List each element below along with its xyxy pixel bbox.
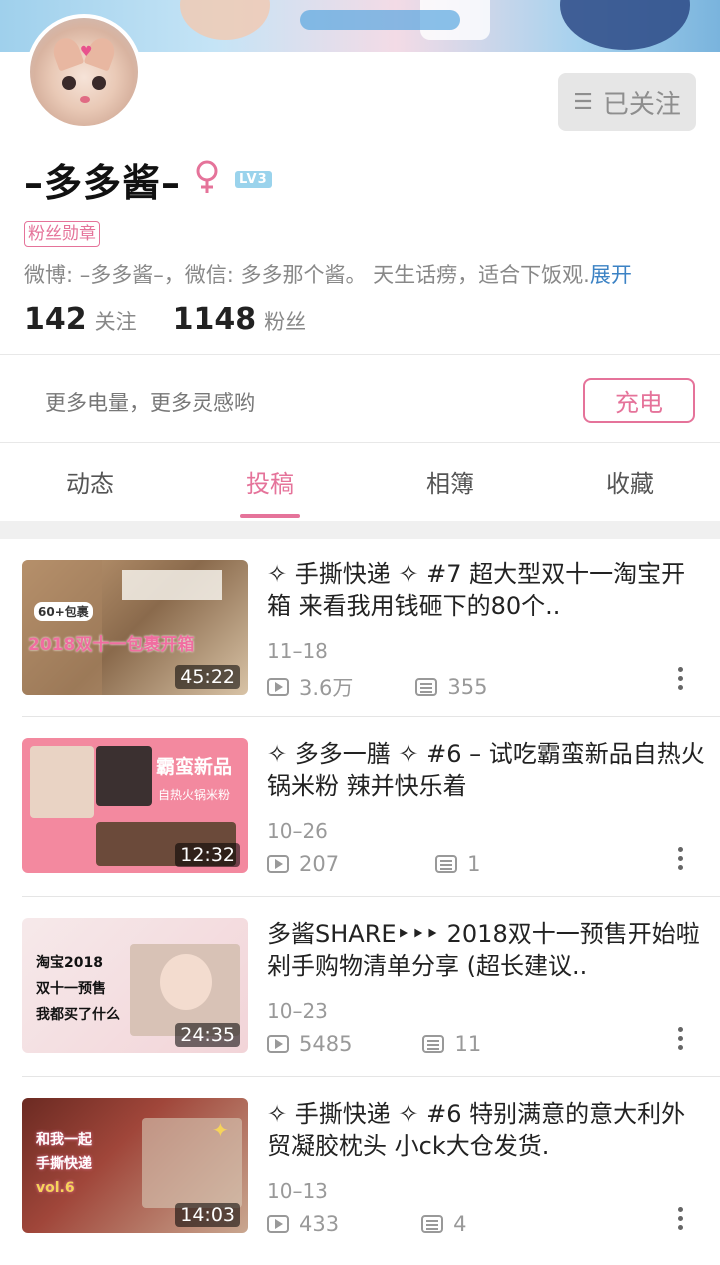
comment-icon xyxy=(415,678,438,696)
bio-text: 微博: –多多酱–，微信: 多多那个酱。 天生话痨，适合下饭观. xyxy=(24,263,590,287)
comment-count: 1 xyxy=(467,852,481,876)
video-date: 10–13 xyxy=(267,1179,328,1203)
comment-count: 4 xyxy=(453,1212,467,1236)
video-duration: 45:22 xyxy=(175,665,240,689)
video-item[interactable]: 淘宝2018 双十一预售 我都买了什么 24:35 多酱SHARE‣‣‣ 201… xyxy=(0,905,720,1085)
comment-icon xyxy=(435,855,458,873)
fan-medal-badge[interactable]: 粉丝勋章 xyxy=(24,221,100,247)
video-title[interactable]: ✧ 多多一膳 ✧ #6 – 试吃霸蛮新品自热火锅米粉 辣并快乐着 xyxy=(267,738,707,802)
view-count: 3.6万 xyxy=(299,676,354,700)
following-label[interactable]: 关注 xyxy=(95,306,137,336)
charge-prompt: 更多电量，更多灵感哟 xyxy=(45,391,255,415)
tab-albums[interactable]: 相簿 xyxy=(360,452,540,518)
video-meta: 207 1 xyxy=(267,852,480,876)
followers-label[interactable]: 粉丝 xyxy=(264,306,306,336)
video-title[interactable]: ✧ 手撕快递 ✧ #6 特别满意的意大利外贸凝胶枕头 小ck大仓发货. xyxy=(267,1098,707,1162)
video-item[interactable]: 霸蛮新品 自热火锅米粉 12:32 ✧ 多多一膳 ✧ #6 – 试吃霸蛮新品自热… xyxy=(0,725,720,905)
play-count-icon xyxy=(267,1215,289,1233)
user-name: –多多酱– xyxy=(24,160,182,205)
following-count[interactable]: 142 xyxy=(24,302,87,337)
video-item[interactable]: ✦ 和我一起 手撕快递 vol.6 14:03 ✧ 手撕快递 ✧ #6 特别满意… xyxy=(0,1085,720,1265)
follow-button-label: 已关注 xyxy=(602,89,681,120)
sparkle-icon: ✦ xyxy=(212,1118,229,1142)
video-duration: 12:32 xyxy=(175,843,240,867)
charge-button[interactable]: 充电 xyxy=(583,378,695,423)
comment-icon xyxy=(421,1215,444,1233)
view-count: 207 xyxy=(299,852,340,876)
video-date: 11–18 xyxy=(267,639,328,663)
tab-favorites[interactable]: 收藏 xyxy=(540,452,720,518)
video-item[interactable]: 60+包裹 2018双十一包裹开箱 45:22 ✧ 手撕快递 ✧ #7 超大型双… xyxy=(0,545,720,725)
video-duration: 14:03 xyxy=(175,1203,240,1227)
comment-icon xyxy=(422,1035,445,1053)
more-options-icon[interactable] xyxy=(676,847,684,870)
more-options-icon[interactable] xyxy=(676,1207,684,1230)
stats: 142 关注 1148 粉丝 xyxy=(24,302,306,337)
avatar[interactable]: ♥ xyxy=(26,14,142,130)
video-thumbnail[interactable]: 霸蛮新品 自热火锅米粉 12:32 xyxy=(22,738,248,873)
view-count: 433 xyxy=(299,1212,340,1236)
video-thumbnail[interactable]: 淘宝2018 双十一预售 我都买了什么 24:35 xyxy=(22,918,248,1053)
video-title[interactable]: ✧ 手撕快递 ✧ #7 超大型双十一淘宝开箱 来看我用钱砸下的80个.. xyxy=(267,558,707,622)
tab-uploads[interactable]: 投稿 xyxy=(180,452,360,518)
divider xyxy=(0,354,720,355)
divider xyxy=(0,442,720,443)
tab-dynamics[interactable]: 动态 xyxy=(0,452,180,518)
bio: 微博: –多多酱–，微信: 多多那个酱。 天生话痨，适合下饭观.展开 xyxy=(24,259,632,289)
tab-uploads-label: 投稿 xyxy=(246,470,294,498)
tab-active-indicator xyxy=(240,514,300,518)
play-count-icon xyxy=(267,855,289,873)
divider xyxy=(22,896,720,897)
divider xyxy=(22,1076,720,1077)
video-duration: 24:35 xyxy=(175,1023,240,1047)
video-date: 10–23 xyxy=(267,999,328,1023)
video-thumbnail[interactable]: ✦ 和我一起 手撕快递 vol.6 14:03 xyxy=(22,1098,248,1233)
video-title[interactable]: 多酱SHARE‣‣‣ 2018双十一预售开始啦 剁手购物清单分享 (超长建议.. xyxy=(267,918,707,982)
comment-count: 355 xyxy=(447,675,488,699)
more-options-icon[interactable] xyxy=(676,667,684,690)
female-icon xyxy=(193,159,221,199)
thumb-tag: 60+包裹 xyxy=(34,602,93,621)
level-badge: LV3 xyxy=(235,170,272,188)
thumb-caption: 和我一起 手撕快递 vol.6 xyxy=(36,1132,92,1196)
tab-bar: 动态 投稿 相簿 收藏 xyxy=(0,452,720,518)
play-count-icon xyxy=(267,1035,289,1053)
thumb-caption: 霸蛮新品 xyxy=(156,756,233,778)
video-meta: 3.6万 355 xyxy=(267,672,488,702)
video-date: 10–26 xyxy=(267,819,328,843)
comment-count: 11 xyxy=(454,1032,482,1056)
thumb-caption: 淘宝2018 双十一预售 我都买了什么 xyxy=(36,955,120,1023)
menu-icon: ☰ xyxy=(573,89,593,115)
follow-button[interactable]: ☰ 已关注 xyxy=(558,73,696,131)
name-row: –多多酱– LV3 xyxy=(24,154,272,205)
followers-count[interactable]: 1148 xyxy=(173,302,257,337)
divider xyxy=(22,716,720,717)
video-meta: 433 4 xyxy=(267,1212,466,1236)
play-count-icon xyxy=(267,678,289,696)
view-count: 5485 xyxy=(299,1032,353,1056)
thumb-subcaption: 自热火锅米粉 xyxy=(158,788,231,802)
video-thumbnail[interactable]: 60+包裹 2018双十一包裹开箱 45:22 xyxy=(22,560,248,695)
thumb-caption: 2018双十一包裹开箱 xyxy=(28,635,195,655)
more-options-icon[interactable] xyxy=(676,1027,684,1050)
section-separator xyxy=(0,521,720,539)
video-meta: 5485 11 xyxy=(267,1032,481,1056)
bio-expand-link[interactable]: 展开 xyxy=(590,263,632,287)
